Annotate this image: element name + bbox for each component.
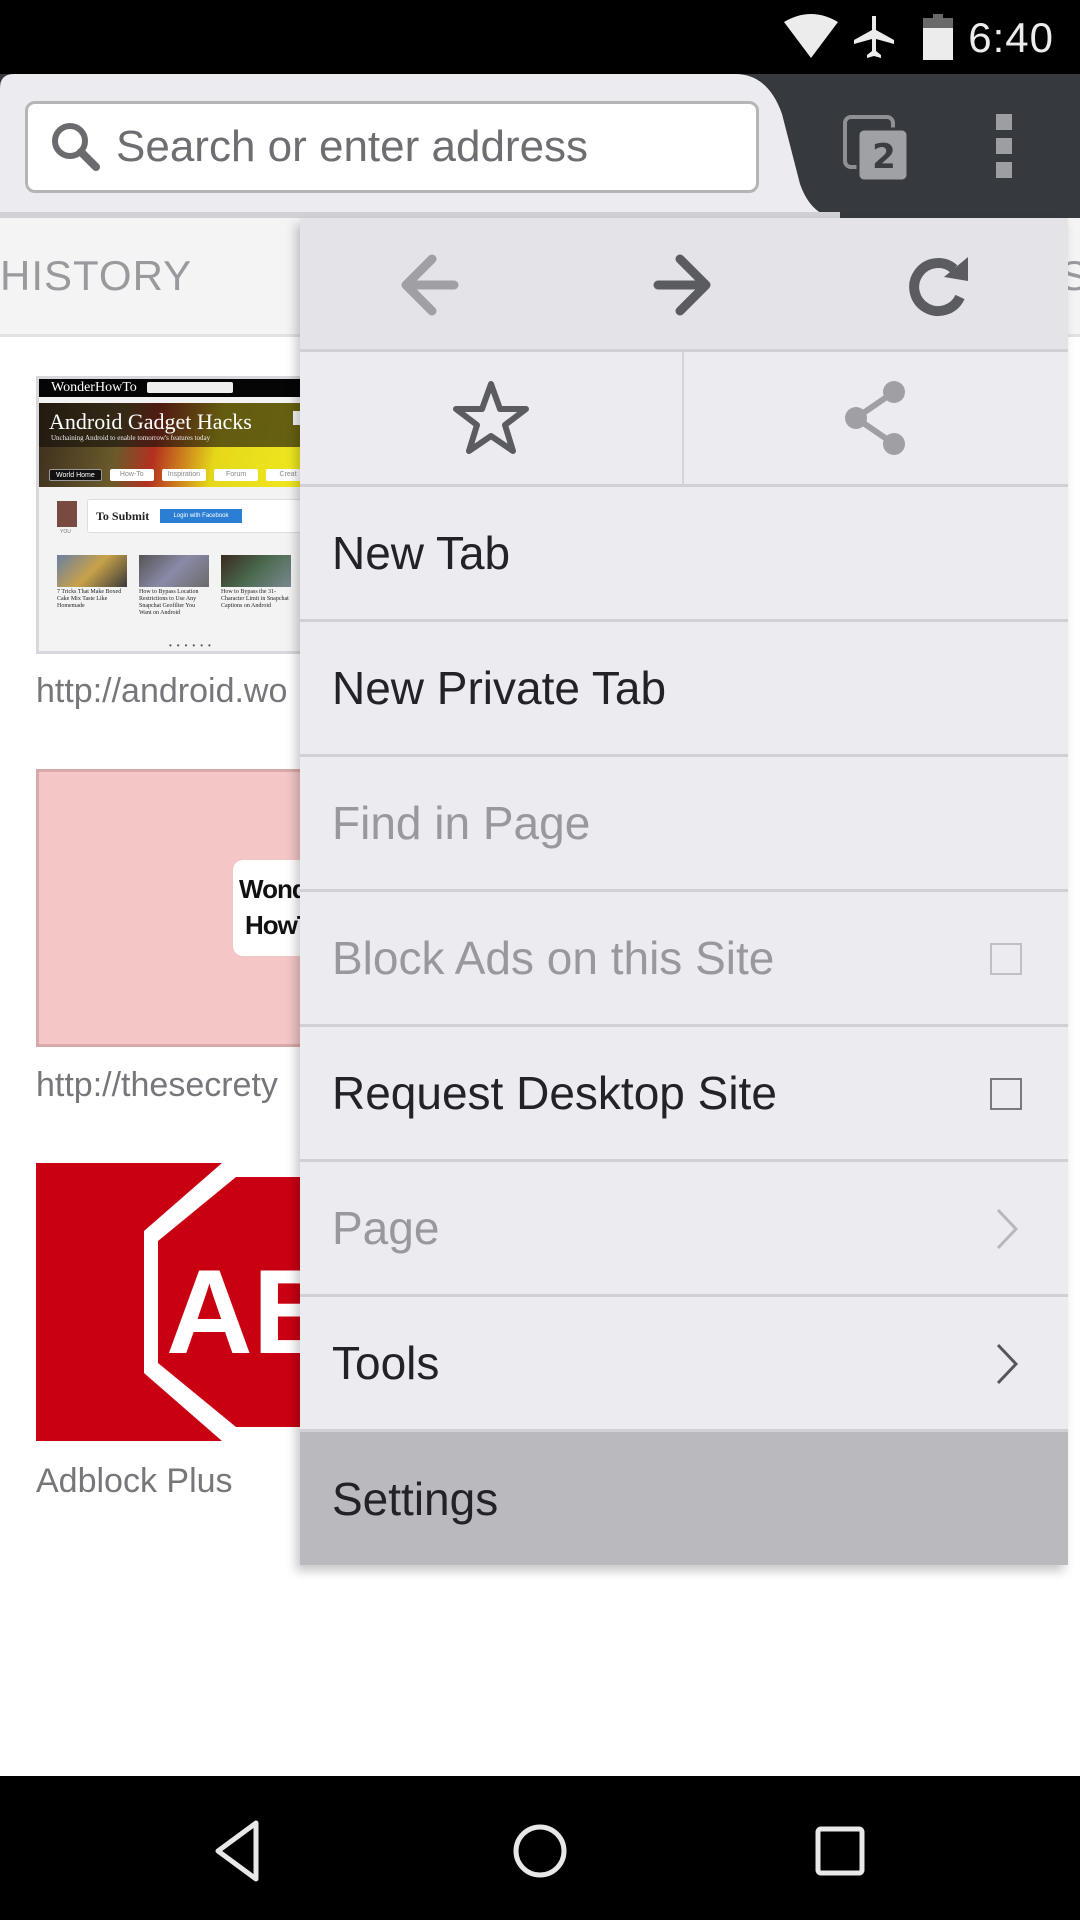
menu-item-label: Block Ads on this Site (332, 932, 775, 984)
thumbnail-submit-text: To Submit (96, 509, 150, 523)
menu-item-block-ads[interactable]: Block Ads on this Site (300, 892, 1068, 1027)
system-back-button[interactable] (195, 1806, 285, 1896)
status-bar: 6:40 (0, 0, 1080, 74)
system-home-button[interactable] (495, 1806, 585, 1896)
overflow-menu: New Tab New Private Tab Find in Page Blo… (300, 218, 1068, 1565)
share-button[interactable] (684, 352, 1068, 484)
home-icon (513, 1824, 567, 1878)
menu-item-new-private-tab[interactable]: New Private Tab (300, 622, 1068, 757)
menu-item-find-in-page[interactable]: Find in Page (300, 757, 1068, 892)
back-button[interactable] (300, 218, 556, 352)
tab-history[interactable]: HISTORY (0, 252, 192, 300)
tabs-button[interactable]: 2 (842, 114, 912, 184)
thumbnail-subtitle: Unchaining Android to enable tomorrow's … (51, 434, 211, 442)
thumbnail-card: How to Bypass the 31-Character Limit in … (221, 555, 291, 617)
reload-icon (909, 257, 968, 317)
menu-item-request-desktop-site[interactable]: Request Desktop Site (300, 1027, 1068, 1162)
thumbnail-logo: WonderHowTo (51, 380, 137, 395)
top-site-url[interactable]: Adblock Plus (36, 1462, 233, 1501)
url-bar[interactable] (25, 101, 759, 193)
bookmark-button[interactable] (300, 352, 684, 484)
back-icon (215, 1820, 259, 1882)
forward-arrow-icon (653, 254, 711, 316)
url-input[interactable] (116, 122, 736, 172)
thumbnail-nav-item: Forum (214, 469, 259, 481)
top-site-tile[interactable]: WonderHowTo Android Gadget Hacks Unchain… (36, 376, 336, 654)
star-icon (453, 381, 529, 454)
top-site-tile[interactable]: AB (36, 1163, 336, 1441)
clock: 6:40 (968, 14, 1054, 61)
search-icon (52, 123, 100, 171)
chevron-right-icon (996, 1343, 1019, 1385)
top-site-url[interactable]: http://thesecrety (36, 1066, 278, 1105)
thumbnail-you: YOU (60, 529, 71, 535)
tab-count: 2 (872, 137, 896, 177)
thumbnail-submit-box: To Submit Login with Facebook (87, 499, 333, 533)
menu-item-new-tab[interactable]: New Tab (300, 487, 1068, 622)
menu-item-label: Request Desktop Site (332, 1067, 777, 1119)
thumbnail-facebook: Login with Facebook (160, 509, 242, 523)
system-recents-button[interactable] (795, 1806, 885, 1896)
thumbnail-header: WonderHowTo (39, 379, 333, 397)
menu-item-label: New Private Tab (332, 662, 667, 714)
browser-toolbar: 2 (0, 74, 1080, 218)
thumbnail-card: 7 Tricks That Make Boxed Cake Mix Taste … (57, 555, 127, 617)
reload-button[interactable] (812, 218, 1068, 352)
overflow-menu-button[interactable] (990, 114, 1026, 180)
menu-item-label: Find in Page (332, 797, 591, 849)
menu-item-label: Page (332, 1202, 440, 1254)
menu-navigation-row (300, 218, 1068, 352)
forward-button[interactable] (556, 218, 812, 352)
thumbnail-avatar (57, 501, 77, 527)
battery-icon (923, 14, 953, 60)
chevron-right-icon (996, 1208, 1019, 1250)
thumbnail-nav-item: How-To (109, 469, 154, 481)
menu-item-page[interactable]: Page (300, 1162, 1068, 1297)
thumbnail-banner: Android Gadget Hacks Unchaining Android … (39, 403, 333, 487)
overflow-menu-icon (996, 114, 1012, 178)
thumbnail-nav: World Home How-To Inspiration Forum Crea… (49, 469, 311, 481)
block-ads-checkbox[interactable] (990, 943, 1022, 975)
thumbnail-nav-item: Inspiration (161, 469, 207, 481)
adblock-plus-logo: AB (144, 1163, 336, 1441)
thumbnail-search (147, 382, 233, 393)
airplane-mode-icon (854, 16, 894, 58)
top-site-url[interactable]: http://android.wo (36, 672, 287, 711)
thumbnail-nav-item: World Home (49, 469, 102, 481)
menu-item-label: New Tab (332, 527, 511, 579)
menu-item-label: Settings (332, 1472, 499, 1525)
menu-item-tools[interactable]: Tools (300, 1297, 1068, 1432)
top-site-tile[interactable]: Wond HowT (36, 769, 336, 1047)
recents-icon (815, 1826, 865, 1876)
share-icon (845, 381, 905, 455)
thumbnail-cards: 7 Tricks That Make Boxed Cake Mix Taste … (57, 555, 291, 617)
wifi-icon (784, 14, 838, 58)
menu-item-label: Tools (332, 1337, 440, 1389)
system-navigation-bar (0, 1776, 1080, 1920)
back-arrow-icon (401, 254, 459, 316)
menu-action-row (300, 352, 1068, 487)
menu-item-settings[interactable]: Settings (300, 1432, 1068, 1565)
thumbnail-title: Android Gadget Hacks (49, 409, 252, 434)
thumbnail-pager-dots: •••••• (169, 641, 216, 650)
thumbnail-card: How to Bypass Location Restrictions to U… (139, 555, 209, 617)
request-desktop-checkbox[interactable] (990, 1078, 1022, 1110)
